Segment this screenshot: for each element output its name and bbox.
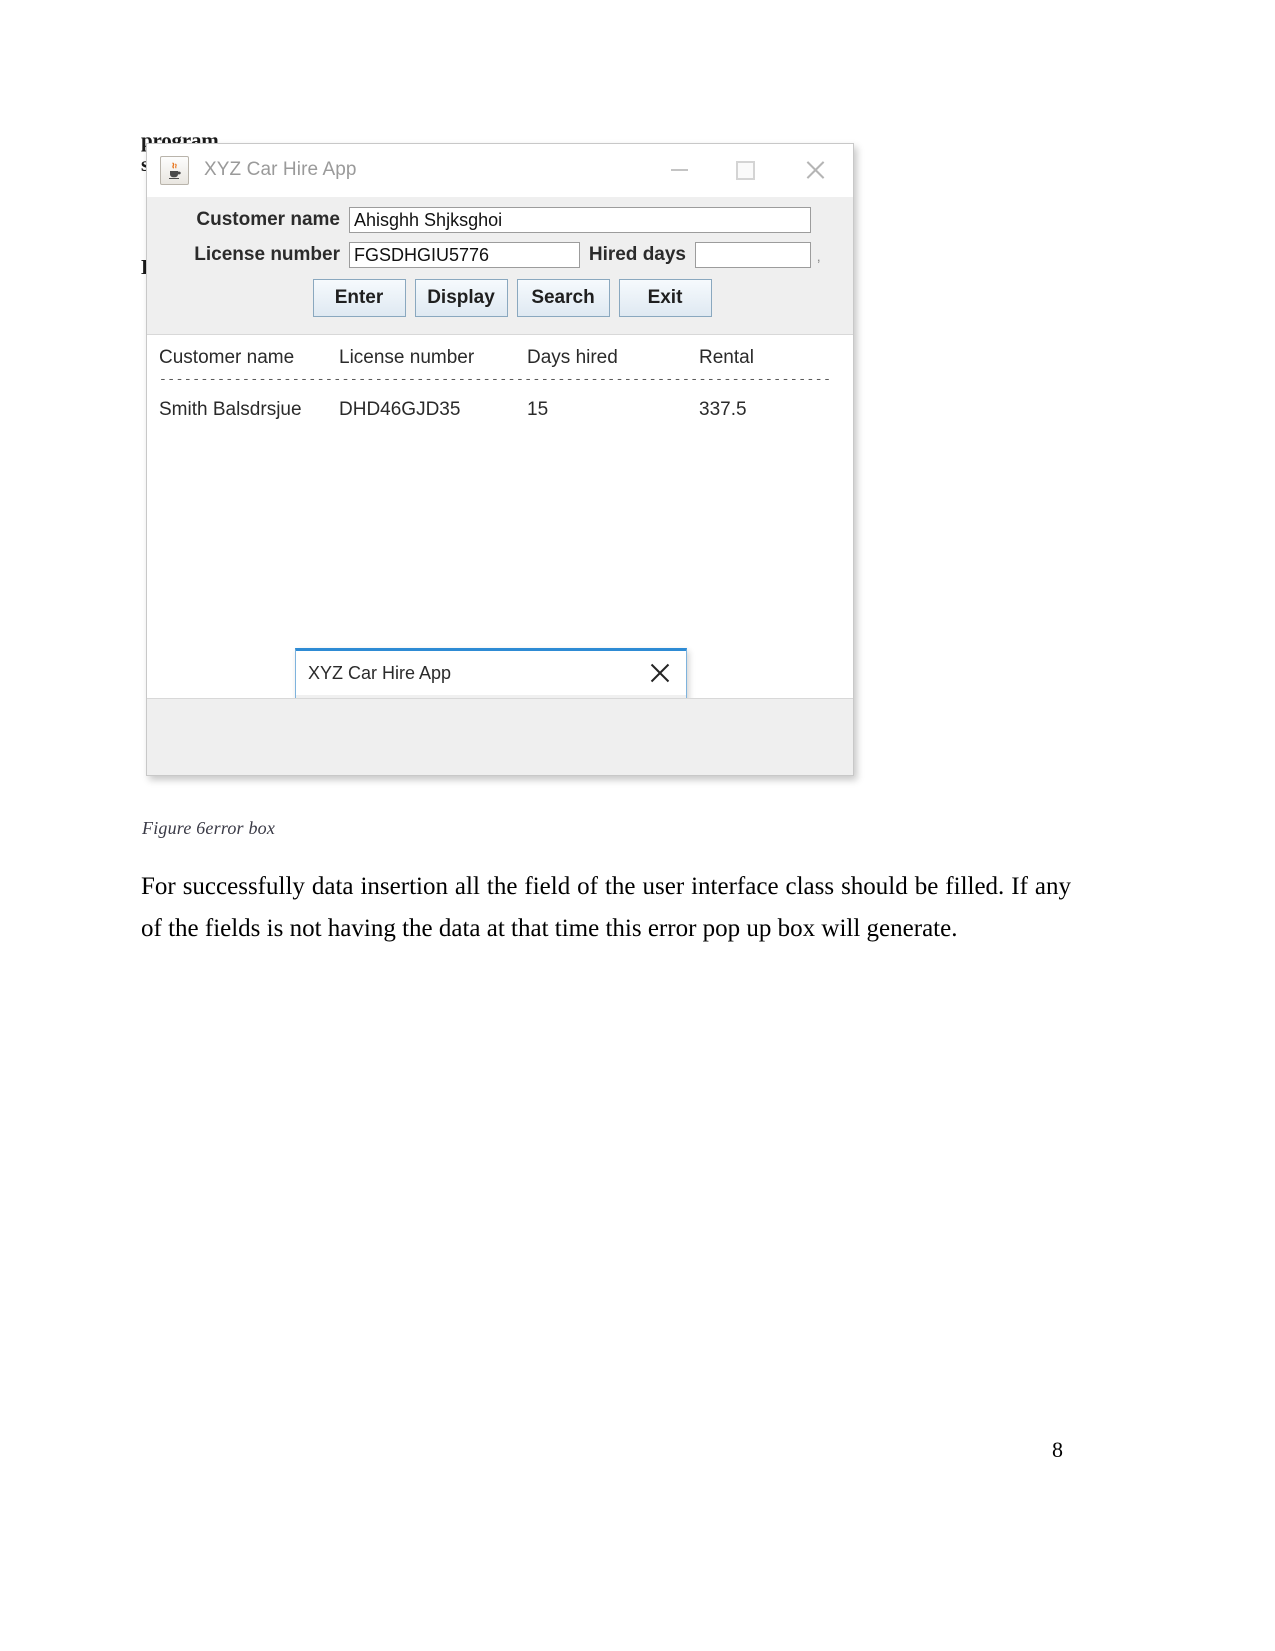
close-icon[interactable] <box>648 661 672 685</box>
header-customer-name: Customer name <box>159 347 295 368</box>
page-number: 8 <box>1052 1437 1063 1462</box>
error-dialog: XYZ Car Hire App x You must enter days h… <box>295 648 687 698</box>
minimize-icon[interactable] <box>649 144 709 196</box>
cell-rental: 337.5 <box>699 399 747 420</box>
license-number-row: License number FGSDHGIU5776 Hired days ‚ <box>147 242 853 268</box>
header-days-hired: Days hired <box>527 347 618 368</box>
enter-button[interactable]: Enter <box>312 279 406 317</box>
results-divider: ----------------------------------------… <box>159 375 832 385</box>
app-titlebar: XYZ Car Hire App <box>147 144 853 197</box>
cell-customer-name: Smith Balsdrsjue <box>159 399 302 420</box>
app-window-title: XYZ Car Hire App <box>204 159 357 180</box>
exit-button[interactable]: Exit <box>618 279 712 317</box>
license-number-label: License number <box>194 244 340 265</box>
dialog-titlebar: XYZ Car Hire App <box>296 651 686 695</box>
app-window: XYZ Car Hire App Customer name Ahisghh S… <box>147 144 853 775</box>
app-footer-panel <box>147 698 853 775</box>
maximize-icon[interactable] <box>715 144 775 196</box>
body-paragraph: For successfully data insertion all the … <box>141 873 1071 942</box>
stray-mark: ‚ <box>817 248 821 265</box>
customer-name-label: Customer name <box>196 209 340 230</box>
header-license-number: License number <box>339 347 475 368</box>
hired-days-input[interactable] <box>695 242 811 268</box>
license-number-input[interactable]: FGSDHGIU5776 <box>349 242 580 268</box>
results-header-row: Customer name License number Days hired … <box>147 347 853 369</box>
dialog-title: XYZ Car Hire App <box>308 662 452 683</box>
cell-license-number: DHD46GJD35 <box>339 399 461 420</box>
results-text-area[interactable]: Customer name License number Days hired … <box>147 334 853 698</box>
figure-caption: Figure 6error box <box>142 818 276 838</box>
table-row: Smith Balsdrsjue DHD46GJD35 15 337.5 <box>147 385 853 421</box>
app-button-row: Enter Display Search Exit <box>171 277 853 326</box>
hired-days-label: Hired days <box>588 244 686 265</box>
app-form: Customer name Ahisghh Shjksghoi License … <box>147 197 853 334</box>
header-rental: Rental <box>699 347 754 368</box>
customer-name-row: Customer name Ahisghh Shjksghoi <box>147 207 853 233</box>
close-icon[interactable] <box>785 144 845 196</box>
cell-days-hired: 15 <box>527 399 549 420</box>
figure-screenshot-image: XYZ Car Hire App Customer name Ahisghh S… <box>146 143 854 776</box>
search-button[interactable]: Search <box>516 279 610 317</box>
display-button[interactable]: Display <box>414 279 508 317</box>
java-cup-icon <box>160 155 189 185</box>
dialog-body: x You must enter days hired <box>296 695 686 698</box>
customer-name-input[interactable]: Ahisghh Shjksghoi <box>349 207 811 233</box>
